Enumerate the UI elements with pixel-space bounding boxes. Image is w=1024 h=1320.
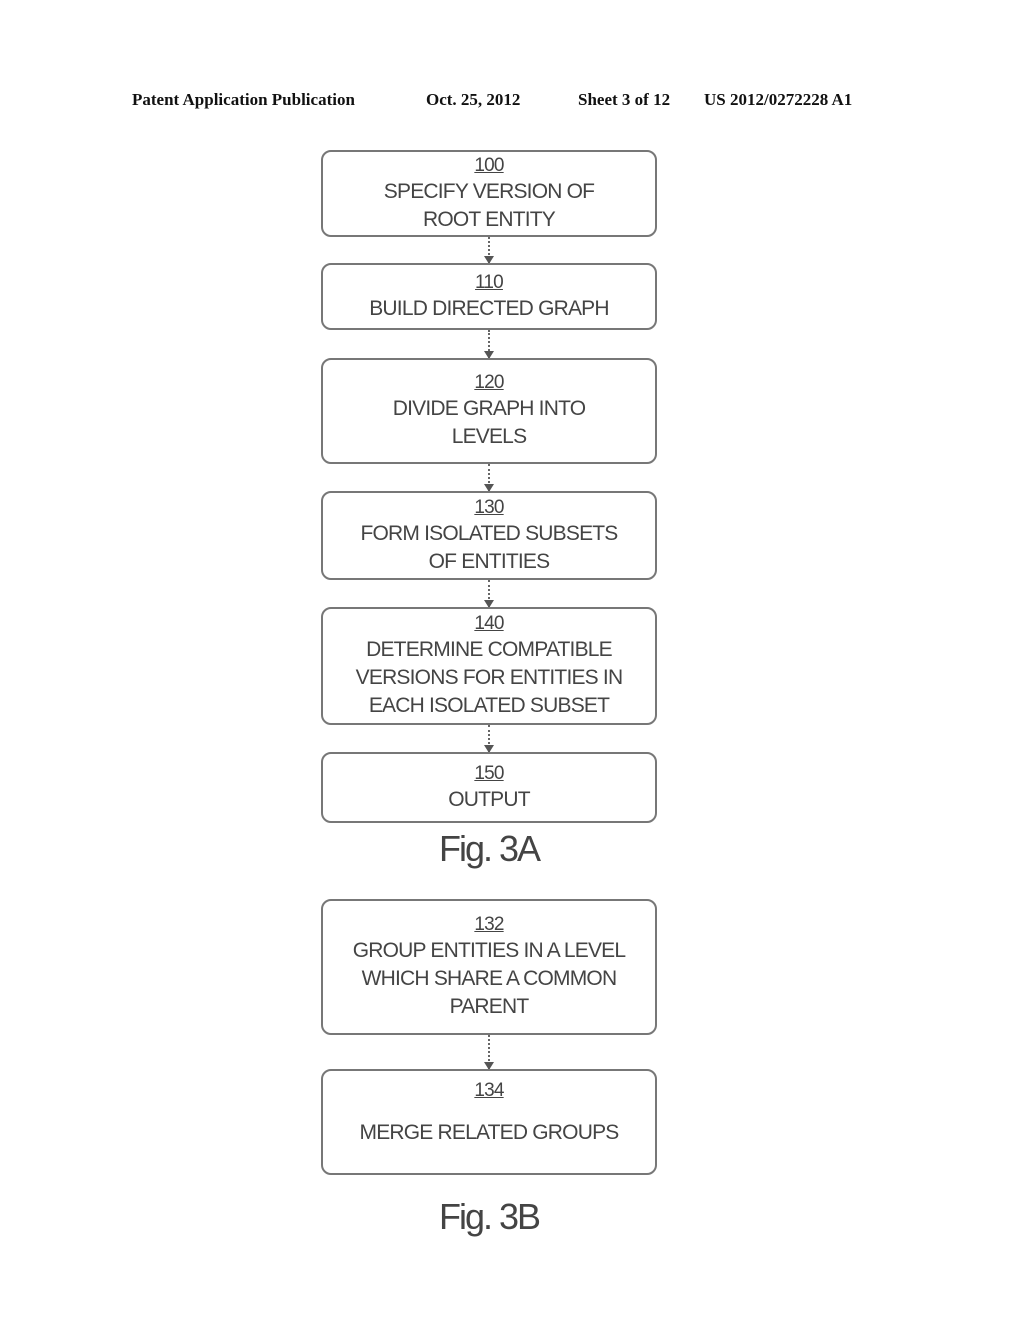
step-140-box: 140 DETERMINE COMPATIBLE VERSIONS FOR EN… <box>321 607 657 725</box>
step-150-box: 150 OUTPUT <box>321 752 657 823</box>
step-ref: 130 <box>474 496 504 518</box>
step-110-box: 110 BUILD DIRECTED GRAPH <box>321 263 657 330</box>
publication-date: Oct. 25, 2012 <box>426 90 521 109</box>
step-text: MERGE RELATED GROUPS <box>359 1121 620 1144</box>
step-132-box: 132 GROUP ENTITIES IN A LEVEL WHICH SHAR… <box>321 899 657 1035</box>
step-ref: 150 <box>474 762 504 784</box>
step-ref: 134 <box>474 1080 504 1101</box>
step-text: FORM ISOLATED SUBSETS OF ENTITIES <box>360 521 618 573</box>
flow-arrow <box>484 1035 494 1070</box>
sheet-number: Sheet 3 of 12 <box>578 90 671 109</box>
step-ref: 140 <box>474 613 504 634</box>
step-100-box: 100 SPECIFY VERSION OF ROOT ENTITY <box>321 150 657 237</box>
step-text: OUTPUT <box>448 787 530 811</box>
publication-title: Patent Application Publication <box>132 90 355 109</box>
step-120-box: 120 DIVIDE GRAPH INTO LEVELS <box>321 358 657 464</box>
step-ref: 100 <box>474 154 504 176</box>
flow-arrow <box>484 464 494 492</box>
step-ref: 132 <box>474 914 504 935</box>
step-text: BUILD DIRECTED GRAPH <box>369 296 609 320</box>
step-134-box: 134 MERGE RELATED GROUPS <box>321 1069 657 1175</box>
flow-arrow <box>484 237 494 264</box>
page-header: Patent Application Publication Oct. 25, … <box>0 90 1024 114</box>
step-ref: 120 <box>474 372 504 393</box>
step-ref: 110 <box>475 271 504 293</box>
step-130-box: 130 FORM ISOLATED SUBSETS OF ENTITIES <box>321 491 657 580</box>
step-text: SPECIFY VERSION OF ROOT ENTITY <box>383 179 595 231</box>
figure-label-3a: Fig. 3A <box>438 828 541 869</box>
flow-arrow <box>484 330 494 359</box>
step-text: DIVIDE GRAPH INTO LEVELS <box>392 397 586 448</box>
flow-arrow <box>484 580 494 608</box>
step-text: DETERMINE COMPATIBLE VERSIONS FOR ENTITI… <box>355 638 623 717</box>
flow-arrow <box>484 725 494 753</box>
publication-number: US 2012/0272228 A1 <box>704 90 853 109</box>
figure-label-3b: Fig. 3B <box>438 1196 541 1237</box>
step-text: GROUP ENTITIES IN A LEVEL WHICH SHARE A … <box>352 939 626 1018</box>
